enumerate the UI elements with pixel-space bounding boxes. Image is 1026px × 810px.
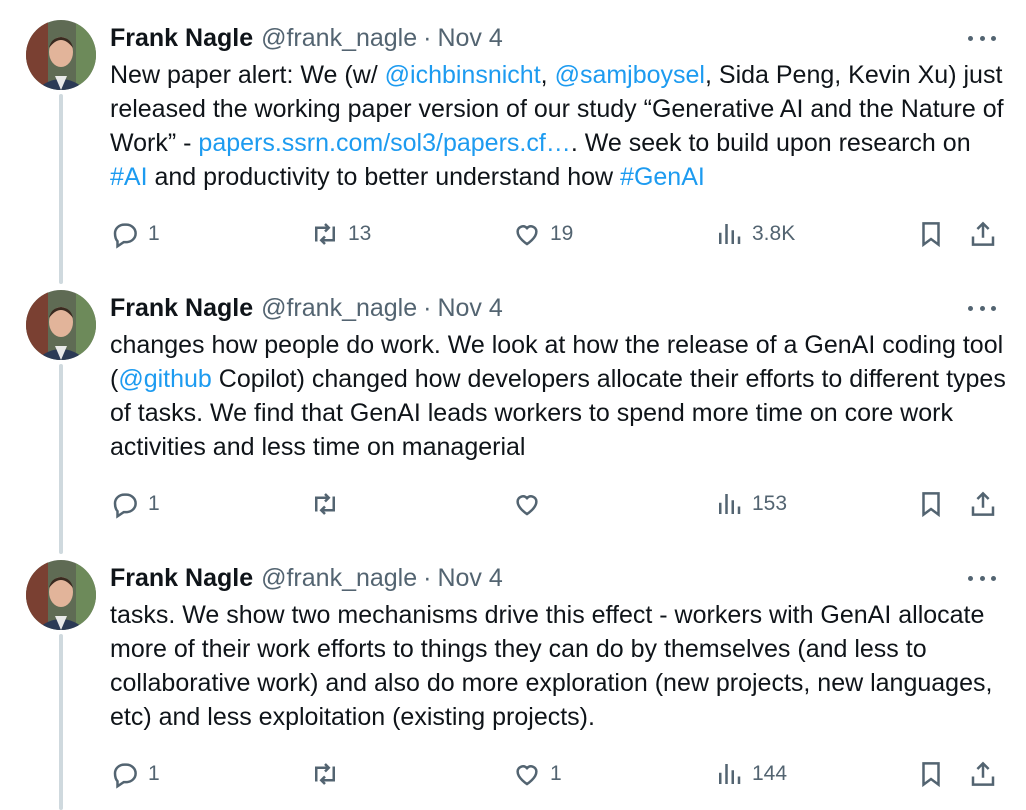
- reply-count: 1: [148, 222, 160, 245]
- like-icon: [516, 765, 538, 786]
- views-button[interactable]: 144: [714, 756, 787, 792]
- share-button[interactable]: [968, 216, 998, 252]
- reply-icon: [113, 763, 137, 789]
- like-count: 1: [550, 762, 562, 785]
- reply-button[interactable]: 1: [110, 486, 160, 522]
- action-bar: 1 1 144: [110, 756, 1000, 792]
- like-button[interactable]: 19: [512, 216, 573, 252]
- tweet-text: New paper alert: We (w/ @ichbinsnicht, @…: [110, 58, 1010, 194]
- share-icon: [971, 221, 995, 246]
- separator: ·: [423, 563, 432, 592]
- like-button[interactable]: 1: [512, 756, 562, 792]
- repost-icon: [315, 493, 335, 515]
- avatar[interactable]: [26, 20, 96, 90]
- author-name[interactable]: Frank Nagle: [110, 294, 253, 323]
- repost-count: 13: [348, 222, 372, 245]
- text-segment: tasks. We show two mechanisms drive this…: [110, 601, 993, 731]
- bookmark-icon: [922, 492, 940, 518]
- author-handle[interactable]: @frank_nagle: [261, 24, 417, 53]
- views-icon: [719, 494, 741, 514]
- bookmark-button[interactable]: [916, 756, 946, 792]
- mention-link[interactable]: @github: [118, 365, 212, 393]
- hashtag-link[interactable]: #GenAI: [620, 163, 705, 191]
- like-icon: [516, 495, 538, 516]
- avatar-photo: [26, 560, 96, 630]
- url-link[interactable]: papers.ssrn.com/sol3/papers.cf…: [198, 129, 570, 157]
- like-icon: [516, 225, 538, 246]
- like-count: 19: [550, 222, 574, 245]
- thread-line: [59, 94, 63, 284]
- share-button[interactable]: [968, 486, 998, 522]
- share-icon: [971, 761, 995, 786]
- more-icon[interactable]: [968, 298, 996, 318]
- hashtag-link[interactable]: #AI: [110, 163, 148, 191]
- action-bar: 1 13 19 3.8K: [110, 216, 1000, 252]
- action-bar: 1 153: [110, 486, 1000, 522]
- tweet-text: changes how people do work. We look at h…: [110, 328, 1010, 464]
- thread-line: [59, 634, 63, 810]
- views-icon: [719, 764, 741, 784]
- reply-button[interactable]: 1: [110, 216, 160, 252]
- author-name[interactable]: Frank Nagle: [110, 24, 253, 53]
- repost-icon: [315, 223, 335, 245]
- tweet-header: Frank Nagle @frank_nagle · Nov 4: [110, 292, 503, 324]
- more-icon[interactable]: [968, 568, 996, 588]
- views-button[interactable]: 3.8K: [714, 216, 795, 252]
- text-segment: . We seek to build upon research on: [570, 129, 971, 157]
- views-count: 3.8K: [752, 222, 796, 245]
- tweet-text: tasks. We show two mechanisms drive this…: [110, 598, 1010, 734]
- separator: ·: [423, 23, 432, 52]
- like-button[interactable]: [512, 486, 550, 522]
- avatar[interactable]: [26, 290, 96, 360]
- avatar-photo: [26, 290, 96, 360]
- bookmark-icon: [922, 762, 940, 788]
- tweet-header: Frank Nagle @frank_nagle · Nov 4: [110, 22, 503, 54]
- repost-button[interactable]: 13: [310, 216, 371, 252]
- more-icon[interactable]: [968, 28, 996, 48]
- share-icon: [971, 491, 995, 516]
- text-segment: Copilot) changed how developers allocate…: [110, 365, 1006, 461]
- reply-count: 1: [148, 492, 160, 515]
- tweet-date[interactable]: Nov 4: [437, 294, 502, 323]
- share-button[interactable]: [968, 756, 998, 792]
- tweet[interactable]: Frank Nagle @frank_nagle · Nov 4 New pap…: [0, 0, 1026, 284]
- author-handle[interactable]: @frank_nagle: [261, 294, 417, 323]
- text-segment: and productivity to better understand ho…: [147, 163, 621, 191]
- avatar[interactable]: [26, 560, 96, 630]
- author-name[interactable]: Frank Nagle: [110, 564, 253, 593]
- repost-button[interactable]: [310, 756, 348, 792]
- reply-icon: [113, 493, 137, 519]
- text-segment: ,: [540, 61, 555, 89]
- repost-button[interactable]: [310, 486, 348, 522]
- reply-count: 1: [148, 762, 160, 785]
- bookmark-icon: [922, 222, 940, 248]
- tweet-date[interactable]: Nov 4: [437, 24, 502, 53]
- tweet-header: Frank Nagle @frank_nagle · Nov 4: [110, 562, 503, 594]
- author-handle[interactable]: @frank_nagle: [261, 564, 417, 593]
- reply-button[interactable]: 1: [110, 756, 160, 792]
- bookmark-button[interactable]: [916, 486, 946, 522]
- mention-link[interactable]: @ichbinsnicht: [385, 61, 541, 89]
- views-button[interactable]: 153: [714, 486, 787, 522]
- repost-icon: [315, 763, 335, 785]
- tweet-date[interactable]: Nov 4: [437, 564, 502, 593]
- bookmark-button[interactable]: [916, 216, 946, 252]
- separator: ·: [423, 293, 432, 322]
- tweet[interactable]: Frank Nagle @frank_nagle · Nov 4 tasks. …: [0, 540, 1026, 810]
- tweet[interactable]: Frank Nagle @frank_nagle · Nov 4 changes…: [0, 270, 1026, 554]
- text-segment: New paper alert: We (w/: [110, 61, 385, 89]
- views-icon: [719, 224, 741, 244]
- avatar-photo: [26, 20, 96, 90]
- reply-icon: [113, 223, 137, 249]
- mention-link[interactable]: @samjboysel: [555, 61, 705, 89]
- views-count: 144: [752, 762, 788, 785]
- thread-line: [59, 364, 63, 554]
- thread: Frank Nagle @frank_nagle · Nov 4 New pap…: [0, 0, 1026, 810]
- views-count: 153: [752, 492, 788, 515]
